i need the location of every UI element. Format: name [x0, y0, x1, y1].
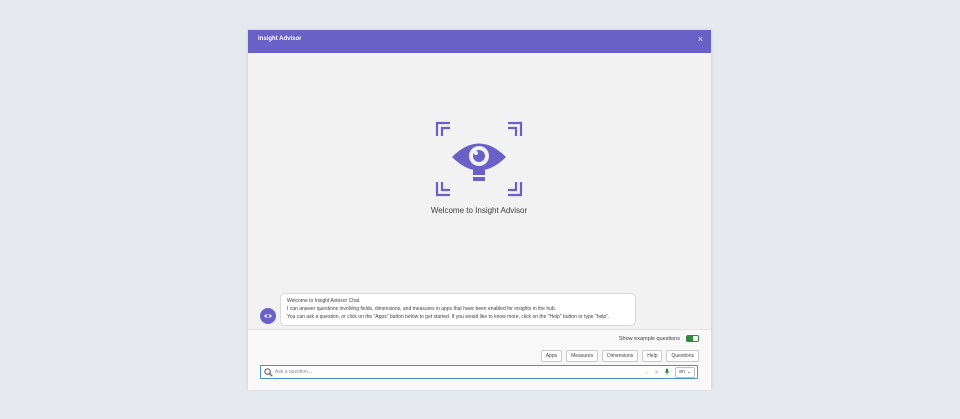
insight-advisor-eye-icon [260, 308, 276, 324]
chat-message-line: I can answer questions involving fields,… [287, 306, 557, 312]
chevron-down-icon: ⌄ [686, 368, 691, 375]
microphone-icon[interactable] [664, 368, 670, 376]
show-examples-label: Show example questions [618, 335, 680, 342]
clear-icon[interactable]: ✕ [654, 369, 659, 376]
chat-message-bubble: Welcome to Insight Advisor Chat. I can a… [280, 293, 636, 326]
apps-button[interactable]: Apps [540, 350, 563, 362]
chat-footer: Show example questions Apps Measures Dim… [248, 329, 711, 390]
search-actions: → ✕ en ⌄ [643, 366, 695, 378]
chat-message-line: You can ask a question, or click on the … [287, 314, 610, 320]
send-arrow-icon[interactable]: → [643, 369, 649, 375]
help-button[interactable]: Help [642, 350, 663, 362]
search-icon [264, 368, 273, 377]
dimensions-button[interactable]: Dimensions [602, 350, 639, 362]
language-label: en [679, 368, 685, 375]
dialog-title: Insight Advisor [258, 36, 302, 42]
language-select[interactable]: en ⌄ [675, 366, 695, 378]
show-examples-toggle[interactable] [686, 335, 699, 342]
welcome-title: Welcome to Insight Advisor [430, 206, 528, 215]
questions-button[interactable]: Questions [666, 350, 699, 362]
question-input[interactable] [275, 367, 625, 377]
dialog-titlebar: Insight Advisor × [248, 30, 711, 53]
insight-advisor-dialog: Insight Advisor × Welcome to Insight Adv… [248, 30, 711, 390]
question-search-box: → ✕ en ⌄ [260, 365, 698, 379]
close-icon[interactable]: × [698, 34, 703, 44]
measures-button[interactable]: Measures [566, 350, 599, 362]
eye-lightbulb-icon [435, 121, 523, 197]
chat-message-line: Welcome to Insight Advisor Chat. [287, 298, 361, 304]
show-examples-row: Show example questions [619, 335, 699, 342]
suggestion-chips: Apps Measures Dimensions Help Questions [540, 350, 699, 362]
